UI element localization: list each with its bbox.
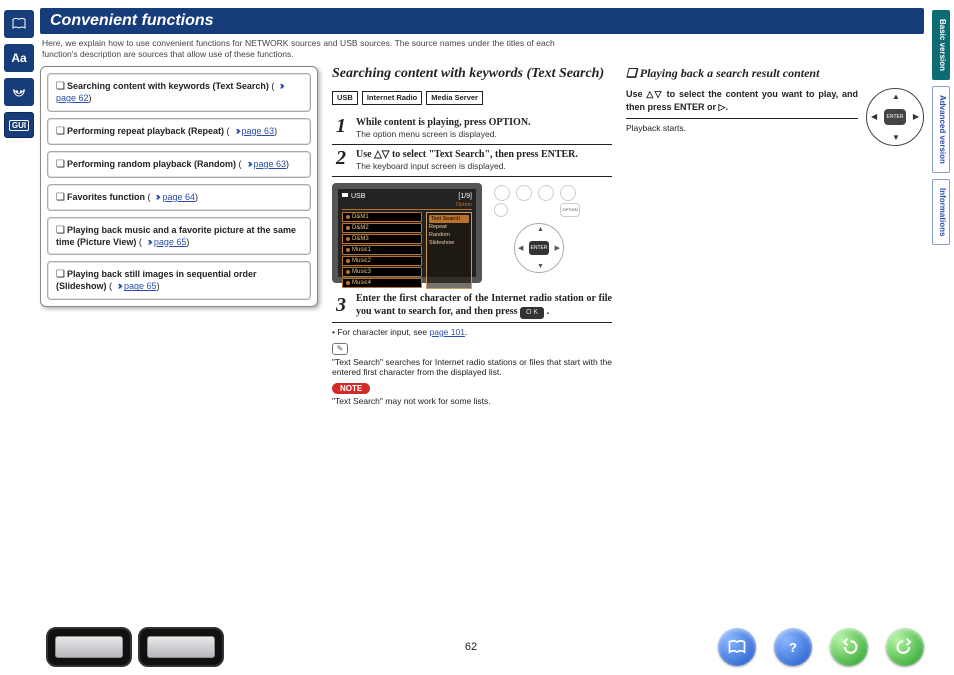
badge: Internet Radio [362,91,422,105]
tab-advanced[interactable]: Advanced version [932,86,950,173]
tv-header: USB [351,193,365,200]
playback-sub: Playback starts. [626,123,858,133]
page-link[interactable]: page 64 [162,192,195,202]
page-link[interactable]: page 62 [56,93,89,103]
hand-icon [112,281,124,290]
device-rear-button[interactable] [138,627,224,667]
toc-item[interactable]: ❏Playing back music and a favorite pictu… [47,217,311,256]
remote-illustration: OPTION ▲▼ ◀▶ ENTER [490,183,586,283]
footer-back-button[interactable] [830,628,868,666]
pencil-icon: ✎ [332,343,348,355]
tv-menu-item: Slideshow [429,239,469,247]
tv-row: D&M3 [342,234,422,244]
dpad-icon: ▲▼ ◀▶ ENTER [514,223,564,273]
section-heading: ❏ Playing back a search result content [626,66,924,80]
step-2: 2 Use to select "Text Search", then pres… [332,145,612,177]
note-text: "Text Search" may not work for some list… [332,396,612,406]
toc-label: Playing back still images in sequential … [56,269,257,291]
tab-basic[interactable]: Basic version [932,10,950,80]
toc-label: Performing repeat playback (Repeat) [67,126,224,136]
page-link[interactable]: page 65 [124,281,157,291]
hand-icon [142,237,154,246]
side-tabs: Basic version Advanced version Informati… [932,10,950,245]
tv-remote-mockup: USB [1/9] Option D&M1 D&M2 D&M3 Music1 M… [332,183,612,283]
toc-item[interactable]: ❏Favorites function (page 64) [47,184,311,211]
step-1: 1 While content is playing, press OPTION… [332,113,612,145]
badge: USB [332,91,358,105]
page: Convenient functions Here, we explain ho… [40,8,924,665]
button-label: OPTION [489,117,528,128]
step-number: 1 [332,116,350,136]
toc-label: Performing random playback (Random) [67,159,236,169]
tv-row: Music1 [342,245,422,255]
tv-menu: Text Search Repeat Random Slideshow [426,212,472,289]
tv-row: Music4 [342,278,422,288]
ok-button-icon: O K [520,307,544,318]
char-input-note: • For character input, see page 101. [332,327,612,337]
toc-item[interactable]: ❏Performing random playback (Random) (pa… [47,151,311,178]
footer-forward-button[interactable] [886,628,924,666]
note-badge: NOTE [332,383,370,394]
enter-button-icon: ENTER [884,109,906,125]
button-label: ENTER [541,149,575,160]
tv-menu-item: Text Search [429,215,469,223]
step-sub: The keyboard input screen is displayed. [356,161,506,171]
footer-book-button[interactable] [718,628,756,666]
source-badges: USB Internet Radio Media Server [332,91,612,105]
step-sub: The option menu screen is displayed. [356,129,497,139]
page-link[interactable]: page 63 [242,126,275,136]
hand-icon [242,159,254,168]
hand-icon [230,126,242,135]
rail-text-icon[interactable]: Aa [4,44,34,72]
page-title: Convenient functions [40,8,924,34]
dpad-icon: ▲ ▼ ◀ ▶ ENTER [866,88,924,146]
tip-row: ✎ [332,343,612,355]
page-number: 62 [465,641,477,653]
hand-icon [274,81,286,90]
tv-list: D&M1 D&M2 D&M3 Music1 Music2 Music3 Musi… [342,212,422,289]
tv-row: Music2 [342,256,422,266]
page-link[interactable]: page 101 [429,327,464,337]
tv-row: D&M2 [342,223,422,233]
hand-icon [150,192,162,201]
enter-button-icon: ENTER [529,241,549,255]
section-heading: Searching content with keywords (Text Se… [332,66,612,83]
step-text: Enter the first character of the Interne… [356,293,612,318]
rail-book-icon[interactable] [4,10,34,38]
toc-item[interactable]: ❏Performing repeat playback (Repeat) (pa… [47,118,311,145]
page-link[interactable]: page 63 [254,159,287,169]
tv-menu-item: Random [429,231,469,239]
step-3: 3 Enter the first character of the Inter… [332,289,612,323]
tv-row: D&M1 [342,212,422,222]
step-number: 2 [332,148,350,168]
tv-row: Music3 [342,267,422,277]
page-link[interactable]: page 65 [154,237,187,247]
toc-label: Searching content with keywords (Text Se… [67,81,269,91]
footer-help-button[interactable]: ? [774,628,812,666]
device-front-button[interactable] [46,627,132,667]
step-number: 3 [332,295,350,315]
rail-gui-icon[interactable]: GUI [4,112,34,138]
tip-text: "Text Search" searches for Internet radi… [332,357,612,377]
step-text: Use [356,149,374,160]
rail-mask-icon[interactable] [4,78,34,106]
toc-box: ❏Searching content with keywords (Text S… [40,66,318,307]
playback-instruction: Use to select the content you want to pl… [626,88,858,118]
badge: Media Server [426,91,483,105]
toc-item[interactable]: ❏Playing back still images in sequential… [47,261,311,300]
svg-text:?: ? [789,640,797,655]
tv-counter: [1/9] [458,193,472,200]
tv-screen: USB [1/9] Option D&M1 D&M2 D&M3 Music1 M… [332,183,482,283]
intro-text: Here, we explain how to use convenient f… [42,38,555,60]
left-rail: Aa GUI [4,10,34,138]
toc-item[interactable]: ❏Searching content with keywords (Text S… [47,73,311,112]
tv-menu-item: Repeat [429,223,469,231]
step-text: to select "Text Search", then press [389,149,540,160]
tab-informations[interactable]: Informations [932,179,950,245]
step-text: While content is playing, press [356,117,489,128]
tv-subheader: Option [342,202,472,210]
toc-label: Favorites function [67,192,145,202]
footer: 62 ? [0,627,954,667]
